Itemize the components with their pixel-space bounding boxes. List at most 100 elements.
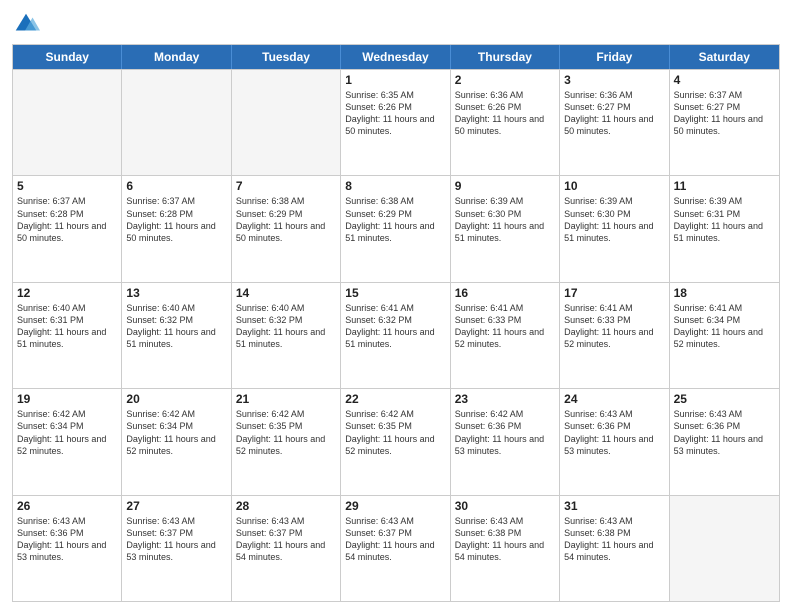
day-number: 26	[17, 499, 117, 513]
cell-info: Sunrise: 6:38 AM Sunset: 6:29 PM Dayligh…	[345, 195, 445, 244]
calendar-row-1: 1Sunrise: 6:35 AM Sunset: 6:26 PM Daylig…	[13, 69, 779, 175]
header	[12, 10, 780, 38]
day-number: 22	[345, 392, 445, 406]
calendar-cell: 30 Sunrise: 6:43 AM Sunset: 6:38 PM Dayli…	[451, 496, 560, 601]
day-number: 30	[455, 499, 555, 513]
calendar-cell: 10 Sunrise: 6:39 AM Sunset: 6:30 PM Dayli…	[560, 176, 669, 281]
day-number: 10	[564, 179, 664, 193]
calendar-cell: 29 Sunrise: 6:43 AM Sunset: 6:37 PM Dayli…	[341, 496, 450, 601]
cell-info: Sunrise: 6:43 AM Sunset: 6:38 PM Dayligh…	[564, 515, 664, 564]
cell-info: Sunrise: 6:42 AM Sunset: 6:36 PM Dayligh…	[455, 408, 555, 457]
cell-info: Sunrise: 6:35 AM Sunset: 6:26 PM Dayligh…	[345, 89, 445, 138]
calendar-body: 1Sunrise: 6:35 AM Sunset: 6:26 PM Daylig…	[13, 69, 779, 601]
header-sunday: Sunday	[13, 45, 122, 69]
calendar-row-3: 12Sunrise: 6:40 AM Sunset: 6:31 PM Dayli…	[13, 282, 779, 388]
calendar-cell: 15 Sunrise: 6:41 AM Sunset: 6:32 PM Dayli…	[341, 283, 450, 388]
header-tuesday: Tuesday	[232, 45, 341, 69]
calendar-cell: 16 Sunrise: 6:41 AM Sunset: 6:33 PM Dayli…	[451, 283, 560, 388]
cell-info: Sunrise: 6:43 AM Sunset: 6:38 PM Dayligh…	[455, 515, 555, 564]
day-number: 28	[236, 499, 336, 513]
calendar-cell	[232, 70, 341, 175]
calendar-cell: 1Sunrise: 6:35 AM Sunset: 6:26 PM Daylig…	[341, 70, 450, 175]
calendar-cell: 24 Sunrise: 6:43 AM Sunset: 6:36 PM Dayli…	[560, 389, 669, 494]
cell-info: Sunrise: 6:43 AM Sunset: 6:37 PM Dayligh…	[345, 515, 445, 564]
day-number: 19	[17, 392, 117, 406]
day-number: 25	[674, 392, 775, 406]
calendar-cell: 19 Sunrise: 6:42 AM Sunset: 6:34 PM Dayli…	[13, 389, 122, 494]
calendar-cell: 23 Sunrise: 6:42 AM Sunset: 6:36 PM Dayli…	[451, 389, 560, 494]
day-number: 6	[126, 179, 226, 193]
header-saturday: Saturday	[670, 45, 779, 69]
cell-info: Sunrise: 6:37 AM Sunset: 6:27 PM Dayligh…	[674, 89, 775, 138]
day-number: 21	[236, 392, 336, 406]
calendar-cell: 9Sunrise: 6:39 AM Sunset: 6:30 PM Daylig…	[451, 176, 560, 281]
calendar-cell: 28 Sunrise: 6:43 AM Sunset: 6:37 PM Dayli…	[232, 496, 341, 601]
day-number: 24	[564, 392, 664, 406]
logo-icon	[12, 10, 40, 38]
cell-info: Sunrise: 6:40 AM Sunset: 6:32 PM Dayligh…	[236, 302, 336, 351]
cell-info: Sunrise: 6:43 AM Sunset: 6:37 PM Dayligh…	[236, 515, 336, 564]
calendar-cell: 14 Sunrise: 6:40 AM Sunset: 6:32 PM Dayli…	[232, 283, 341, 388]
calendar-cell: 17 Sunrise: 6:41 AM Sunset: 6:33 PM Dayli…	[560, 283, 669, 388]
cell-info: Sunrise: 6:39 AM Sunset: 6:30 PM Dayligh…	[564, 195, 664, 244]
cell-info: Sunrise: 6:42 AM Sunset: 6:35 PM Dayligh…	[236, 408, 336, 457]
calendar-cell: 27 Sunrise: 6:43 AM Sunset: 6:37 PM Dayli…	[122, 496, 231, 601]
day-number: 23	[455, 392, 555, 406]
day-number: 5	[17, 179, 117, 193]
cell-info: Sunrise: 6:41 AM Sunset: 6:34 PM Dayligh…	[674, 302, 775, 351]
cell-info: Sunrise: 6:39 AM Sunset: 6:30 PM Dayligh…	[455, 195, 555, 244]
day-number: 27	[126, 499, 226, 513]
logo	[12, 10, 44, 38]
calendar-cell: 2 Sunrise: 6:36 AM Sunset: 6:26 PM Daylig…	[451, 70, 560, 175]
cell-info: Sunrise: 6:43 AM Sunset: 6:37 PM Dayligh…	[126, 515, 226, 564]
cell-info: Sunrise: 6:40 AM Sunset: 6:32 PM Dayligh…	[126, 302, 226, 351]
calendar-row-5: 26 Sunrise: 6:43 AM Sunset: 6:36 PM Dayli…	[13, 495, 779, 601]
calendar-cell: 4 Sunrise: 6:37 AM Sunset: 6:27 PM Daylig…	[670, 70, 779, 175]
calendar-cell: 13 Sunrise: 6:40 AM Sunset: 6:32 PM Dayli…	[122, 283, 231, 388]
day-number: 11	[674, 179, 775, 193]
calendar-row-2: 5 Sunrise: 6:37 AM Sunset: 6:28 PM Daylig…	[13, 175, 779, 281]
calendar-cell: 3Sunrise: 6:36 AM Sunset: 6:27 PM Daylig…	[560, 70, 669, 175]
day-number: 17	[564, 286, 664, 300]
calendar-cell: 31Sunrise: 6:43 AM Sunset: 6:38 PM Dayli…	[560, 496, 669, 601]
day-number: 15	[345, 286, 445, 300]
cell-info: Sunrise: 6:38 AM Sunset: 6:29 PM Dayligh…	[236, 195, 336, 244]
cell-info: Sunrise: 6:39 AM Sunset: 6:31 PM Dayligh…	[674, 195, 775, 244]
cell-info: Sunrise: 6:40 AM Sunset: 6:31 PM Dayligh…	[17, 302, 117, 351]
cell-info: Sunrise: 6:42 AM Sunset: 6:34 PM Dayligh…	[17, 408, 117, 457]
cell-info: Sunrise: 6:42 AM Sunset: 6:35 PM Dayligh…	[345, 408, 445, 457]
header-thursday: Thursday	[451, 45, 560, 69]
calendar-cell	[670, 496, 779, 601]
calendar-cell: 7 Sunrise: 6:38 AM Sunset: 6:29 PM Daylig…	[232, 176, 341, 281]
day-number: 16	[455, 286, 555, 300]
day-number: 4	[674, 73, 775, 87]
cell-info: Sunrise: 6:41 AM Sunset: 6:33 PM Dayligh…	[455, 302, 555, 351]
page: Sunday Monday Tuesday Wednesday Thursday…	[0, 0, 792, 612]
cell-info: Sunrise: 6:41 AM Sunset: 6:32 PM Dayligh…	[345, 302, 445, 351]
day-number: 14	[236, 286, 336, 300]
cell-info: Sunrise: 6:43 AM Sunset: 6:36 PM Dayligh…	[17, 515, 117, 564]
day-number: 18	[674, 286, 775, 300]
calendar-cell: 6 Sunrise: 6:37 AM Sunset: 6:28 PM Daylig…	[122, 176, 231, 281]
cell-info: Sunrise: 6:43 AM Sunset: 6:36 PM Dayligh…	[564, 408, 664, 457]
cell-info: Sunrise: 6:43 AM Sunset: 6:36 PM Dayligh…	[674, 408, 775, 457]
calendar-cell: 26 Sunrise: 6:43 AM Sunset: 6:36 PM Dayli…	[13, 496, 122, 601]
header-wednesday: Wednesday	[341, 45, 450, 69]
day-number: 13	[126, 286, 226, 300]
calendar-header: Sunday Monday Tuesday Wednesday Thursday…	[13, 45, 779, 69]
calendar-row-4: 19 Sunrise: 6:42 AM Sunset: 6:34 PM Dayli…	[13, 388, 779, 494]
calendar-cell: 12Sunrise: 6:40 AM Sunset: 6:31 PM Dayli…	[13, 283, 122, 388]
cell-info: Sunrise: 6:37 AM Sunset: 6:28 PM Dayligh…	[126, 195, 226, 244]
day-number: 2	[455, 73, 555, 87]
calendar-cell	[122, 70, 231, 175]
cell-info: Sunrise: 6:41 AM Sunset: 6:33 PM Dayligh…	[564, 302, 664, 351]
calendar-cell: 8 Sunrise: 6:38 AM Sunset: 6:29 PM Daylig…	[341, 176, 450, 281]
calendar-cell: 20Sunrise: 6:42 AM Sunset: 6:34 PM Dayli…	[122, 389, 231, 494]
day-number: 8	[345, 179, 445, 193]
day-number: 7	[236, 179, 336, 193]
cell-info: Sunrise: 6:42 AM Sunset: 6:34 PM Dayligh…	[126, 408, 226, 457]
calendar-cell: 11 Sunrise: 6:39 AM Sunset: 6:31 PM Dayli…	[670, 176, 779, 281]
day-number: 29	[345, 499, 445, 513]
calendar-cell: 21 Sunrise: 6:42 AM Sunset: 6:35 PM Dayli…	[232, 389, 341, 494]
cell-info: Sunrise: 6:36 AM Sunset: 6:26 PM Dayligh…	[455, 89, 555, 138]
